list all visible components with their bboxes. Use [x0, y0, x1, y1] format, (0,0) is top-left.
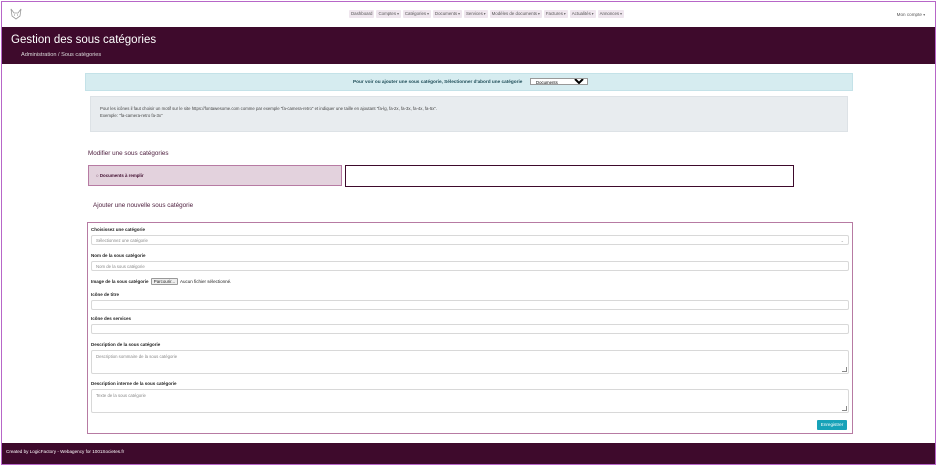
footer-text: Created by LogicFactory - Webagency for …: [6, 449, 125, 454]
menu-actualites[interactable]: Actualités▾: [569, 10, 596, 18]
page-header: Gestion des sous catégories Administrati…: [2, 27, 935, 64]
menu-factures[interactable]: Factures▾: [543, 10, 568, 18]
icon-help-note: Pour les icônes il faut choisir un motif…: [90, 96, 848, 132]
chevron-down-icon: ⌄: [840, 238, 844, 243]
menu-label: Modèles de documents: [491, 11, 538, 16]
menu-label: Dashboard: [351, 11, 373, 16]
menu-comptes[interactable]: Comptes▾: [376, 10, 401, 18]
menu-label: Catégories: [404, 11, 427, 16]
name-placeholder: Nom de la sous catégorie: [96, 264, 145, 269]
subcategory-list: ○ Documents à remplir: [88, 165, 342, 186]
subcategory-item[interactable]: ○ Documents à remplir: [96, 173, 144, 178]
category-select[interactable]: Documents: [530, 78, 588, 85]
menu-label: Services: [465, 11, 483, 16]
resize-grip-icon[interactable]: [842, 367, 847, 372]
breadcrumb: Administration / Sous catégories: [21, 52, 102, 58]
services-icon-label: Icône des services: [91, 316, 132, 321]
main-menu: Dashboard Comptes▾ Catégories▾ Documents…: [349, 10, 626, 18]
top-navbar: Dashboard Comptes▾ Catégories▾ Documents…: [2, 2, 935, 26]
caret-down-icon: ▾: [538, 12, 540, 16]
no-file-text: Aucun fichier sélectionné.: [180, 279, 232, 284]
note-line-1: Pour les icônes il faut choisir un motif…: [100, 106, 438, 111]
image-upload-row: Image de la sous catégorie Parcourir... …: [91, 278, 231, 285]
note-line-2: Exemple: "fa-camera-retro fa-3x": [100, 113, 163, 118]
menu-label: Comptes: [378, 11, 397, 16]
internal-description-placeholder: Texte de la sous catégorie: [96, 393, 146, 398]
app-window: Dashboard Comptes▾ Catégories▾ Documents…: [1, 1, 936, 465]
name-label: Nom de la sous catégorie: [91, 253, 146, 258]
subcategory-edit-panel: [345, 165, 794, 187]
menu-services[interactable]: Services▾: [463, 10, 488, 18]
internal-description-textarea[interactable]: Texte de la sous catégorie: [91, 389, 849, 413]
menu-annonces[interactable]: Annonces▾: [597, 10, 624, 18]
menu-dashboard[interactable]: Dashboard: [349, 10, 375, 18]
alert-text: Pour voir ou ajouter une sous catégorie,…: [353, 79, 523, 84]
caret-down-icon: ▾: [620, 12, 622, 16]
caret-down-icon: ▾: [923, 13, 925, 17]
edit-section-title: Modifier une sous catégories: [88, 150, 169, 157]
add-section-title: Ajouter une nouvelle sous catégorie: [93, 202, 194, 209]
description-textarea[interactable]: Description sommaire de la sous catégori…: [91, 350, 849, 374]
menu-label: Annonces: [599, 11, 620, 16]
caret-down-icon: ▾: [483, 12, 486, 16]
caret-down-icon: ▾: [427, 12, 429, 16]
menu-categories[interactable]: Catégories▾: [402, 10, 431, 18]
category-label: Choisissez une catégorie: [91, 227, 146, 232]
title-icon-label: Icône de titre: [91, 292, 120, 297]
menu-documents[interactable]: Documents▾: [432, 10, 462, 18]
subcategory-item-label: Documents à remplir: [99, 173, 144, 178]
caret-down-icon: ▾: [397, 12, 399, 16]
menu-label: Actualités: [571, 11, 591, 16]
browse-button[interactable]: Parcourir...: [150, 278, 179, 285]
caret-down-icon: ▾: [591, 12, 594, 16]
menu-label: Documents: [434, 11, 458, 16]
account-label: Mon compte: [896, 12, 922, 17]
save-button[interactable]: Enregistrer: [817, 420, 847, 430]
page-title: Gestion des sous catégories: [11, 34, 157, 46]
caret-down-icon: ▾: [458, 12, 460, 16]
description-label: Description de la sous catégorie: [91, 342, 161, 347]
caret-down-icon: ▾: [563, 12, 566, 16]
category-dropdown[interactable]: Sélectionnez une catégorie ⌄: [91, 235, 849, 245]
page-footer: Created by LogicFactory - Webagency for …: [2, 443, 935, 464]
name-input[interactable]: Nom de la sous catégorie: [91, 261, 849, 271]
add-subcategory-form: Choisissez une catégorie Sélectionnez un…: [87, 222, 853, 434]
image-label: Image de la sous catégorie: [91, 279, 149, 284]
fox-logo-icon[interactable]: [10, 8, 22, 20]
title-icon-input[interactable]: [91, 300, 849, 310]
menu-modeles[interactable]: Modèles de documents▾: [489, 10, 542, 18]
description-placeholder: Description sommaire de la sous catégori…: [96, 354, 178, 359]
account-menu[interactable]: Mon compte ▾: [897, 12, 925, 17]
menu-label: Factures: [545, 11, 563, 16]
services-icon-input[interactable]: [91, 324, 849, 334]
internal-description-label: Description interne de la sous catégorie: [91, 381, 177, 386]
category-placeholder: Sélectionnez une catégorie: [96, 238, 148, 243]
category-select-alert: Pour voir ou ajouter une sous catégorie,…: [85, 73, 853, 91]
resize-grip-icon[interactable]: [842, 406, 847, 411]
